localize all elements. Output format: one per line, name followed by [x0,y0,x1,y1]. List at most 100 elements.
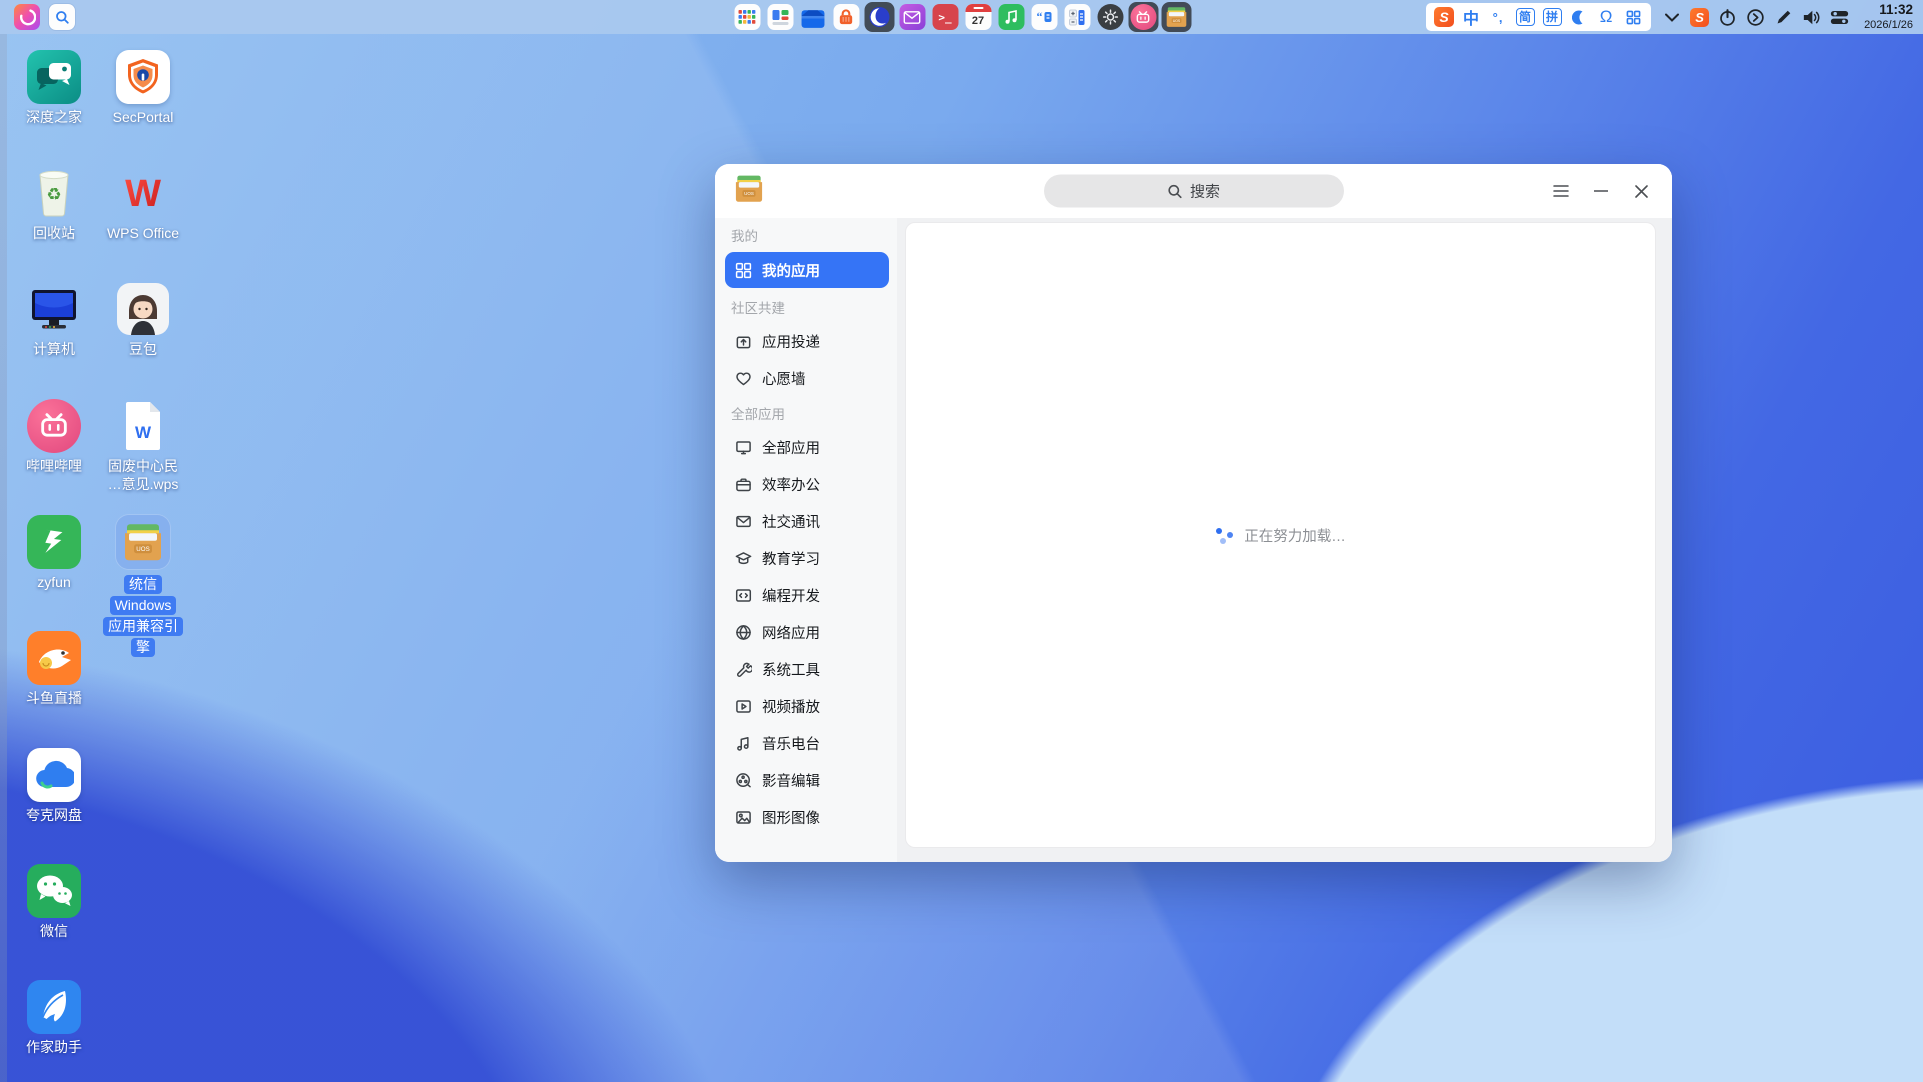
sogou-im-icon[interactable]: S [1432,5,1456,29]
dock-music-icon[interactable] [996,2,1026,32]
clock-time: 11:32 [1864,2,1913,18]
desktop-icon-label: 豆包 [129,341,157,359]
desktop-icon-douyu[interactable]: 斗鱼直播 [10,631,98,708]
sidebar-item-graphics[interactable]: 图形图像 [731,802,885,833]
sidebar-item-social[interactable]: 社交通讯 [731,506,885,537]
screen-edge-strip [0,34,7,1082]
desktop-icon-writer[interactable]: 作家助手 [10,980,98,1057]
store-search-input[interactable]: 搜索 [1044,175,1344,208]
desktop-icon-wechat[interactable]: 微信 [10,864,98,941]
sidebar-item-label: 网络应用 [762,622,820,643]
desktop-icon-secportal[interactable]: SecPortal [99,50,187,127]
pen-icon[interactable] [1773,7,1794,28]
taskbar-right: S中°,简拼Ω S 11:32 2026/1/26 [1426,2,1913,31]
sidebar-item-label: 效率办公 [762,474,820,495]
window-minimize-button[interactable] [1586,176,1616,206]
resume-icon[interactable] [1745,7,1766,28]
im-grid-icon[interactable] [1621,5,1645,29]
system-tray: S [1661,7,1850,28]
svg-text:W: W [125,173,161,213]
window-menu-button[interactable] [1546,176,1576,206]
sidebar-item-my-apps[interactable]: 我的应用 [725,252,889,288]
volume-icon[interactable] [1801,7,1822,28]
taskbar-left [14,4,75,30]
sogou-tray-icon[interactable]: S [1689,7,1710,28]
sidebar-item-label: 应用投递 [762,331,820,352]
zyfun-icon [27,515,81,569]
search-icon[interactable] [49,4,75,30]
dock-app-store-bag-icon[interactable] [831,2,861,32]
chevron-down-icon[interactable] [1661,7,1682,28]
dock-calculator-icon[interactable] [1062,2,1092,32]
dock: >_ 27 “ UOS [732,0,1191,34]
sidebar-item-label: 系统工具 [762,659,820,680]
dock-bilibili-dock-icon[interactable] [1128,2,1158,32]
desktop-icon-label: 统信Windows应用兼容引擎 [103,574,183,658]
sidebar-item-label: 全部应用 [762,437,820,458]
desktop-icon-label: WPS Office [107,225,179,243]
im-pinyin-icon[interactable]: 拼 [1540,5,1564,29]
sidebar-item-education[interactable]: 教育学习 [731,543,885,574]
desktop-icon-wps-office[interactable]: W WPS Office [99,166,187,243]
sidebar-item-label: 心愿墙 [762,368,806,389]
sidebar-item-video[interactable]: 视频播放 [731,691,885,722]
dock-file-manager-icon[interactable] [798,2,828,32]
desktop-icon-label: 哔哩哔哩 [26,458,82,476]
sidebar-item-network[interactable]: 网络应用 [731,617,885,648]
desktop-icon-doubao[interactable]: 豆包 [99,282,187,359]
desktop-icon-uos-engine[interactable]: UOS 统信Windows应用兼容引擎 [99,515,187,658]
desktop-icon-deepin-home[interactable]: 深度之家 [10,50,98,127]
im-simplified-icon[interactable]: 简 [1513,5,1537,29]
sidebar-item-all-apps[interactable]: 全部应用 [731,432,885,463]
power-icon[interactable] [1717,7,1738,28]
store-content-area: 正在努力加载… [897,218,1672,862]
dock-mail-icon[interactable] [897,2,927,32]
uos-engine-icon: UOS [116,515,170,569]
desktop-icon-label: SecPortal [113,109,174,127]
launcher-icon[interactable] [14,4,40,30]
window-close-button[interactable] [1626,176,1656,206]
sidebar-section-label: 我的 [731,226,885,248]
dock-text-editor-icon[interactable]: “ [1029,2,1059,32]
sidebar-item-av-edit[interactable]: 影音编辑 [731,765,885,796]
sidebar-item-label: 图形图像 [762,807,820,828]
app-store-logo-icon: UOS [733,174,765,208]
sidebar-item-office[interactable]: 效率办公 [731,469,885,500]
dock-browser-icon[interactable] [864,2,894,32]
svg-text:W: W [135,423,152,442]
desktop-icon-trash[interactable]: ♻ 回收站 [10,166,98,243]
app-store-titlebar[interactable]: UOS 搜索 [715,164,1672,218]
im-punct-icon[interactable]: °, [1486,5,1510,29]
sidebar-item-label: 教育学习 [762,548,820,569]
sidebar-item-music-radio[interactable]: 音乐电台 [731,728,885,759]
sidebar-item-label: 视频播放 [762,696,820,717]
svg-text:UOS: UOS [744,191,754,196]
computer-icon [27,282,81,336]
im-symbols-icon[interactable]: Ω [1594,5,1618,29]
dock-control-center-icon[interactable] [765,2,795,32]
desktop-icon-bilibili[interactable]: 哔哩哔哩 [10,399,98,476]
dock-uos-store-icon[interactable]: UOS [1161,2,1191,32]
desktop-icon-wps-doc[interactable]: W 固废中心民…意见.wps [99,399,187,493]
desktop-icon-quark[interactable]: 夸克网盘 [10,748,98,825]
sidebar-item-system-tools[interactable]: 系统工具 [731,654,885,685]
svg-text:UOS: UOS [1172,19,1180,23]
sidebar-item-wish-wall[interactable]: 心愿墙 [731,363,885,394]
sidebar-item-dev[interactable]: 编程开发 [731,580,885,611]
doubao-icon [116,282,170,336]
desktop-icon-computer[interactable]: 计算机 [10,282,98,359]
secportal-icon [116,50,170,104]
dock-launcher-grid-icon[interactable] [732,2,762,32]
switches-icon[interactable] [1829,7,1850,28]
dock-settings-icon[interactable] [1095,2,1125,32]
desktop-icon-zyfun[interactable]: zyfun [10,515,98,592]
im-moon-icon[interactable] [1567,5,1591,29]
svg-text:♻: ♻ [46,185,61,205]
desktop-icon-label: 回收站 [33,225,75,243]
clock[interactable]: 11:32 2026/1/26 [1864,2,1913,31]
sidebar-item-app-submit[interactable]: 应用投递 [731,326,885,357]
app-store-window: UOS 搜索 我的我的应用社区共建应用投递心愿墙全部应用全部应用效率办公社交通讯… [715,164,1672,862]
dock-terminal-icon[interactable]: >_ [930,2,960,32]
dock-calendar-icon[interactable]: 27 [963,2,993,32]
im-zh-icon[interactable]: 中 [1459,5,1483,29]
